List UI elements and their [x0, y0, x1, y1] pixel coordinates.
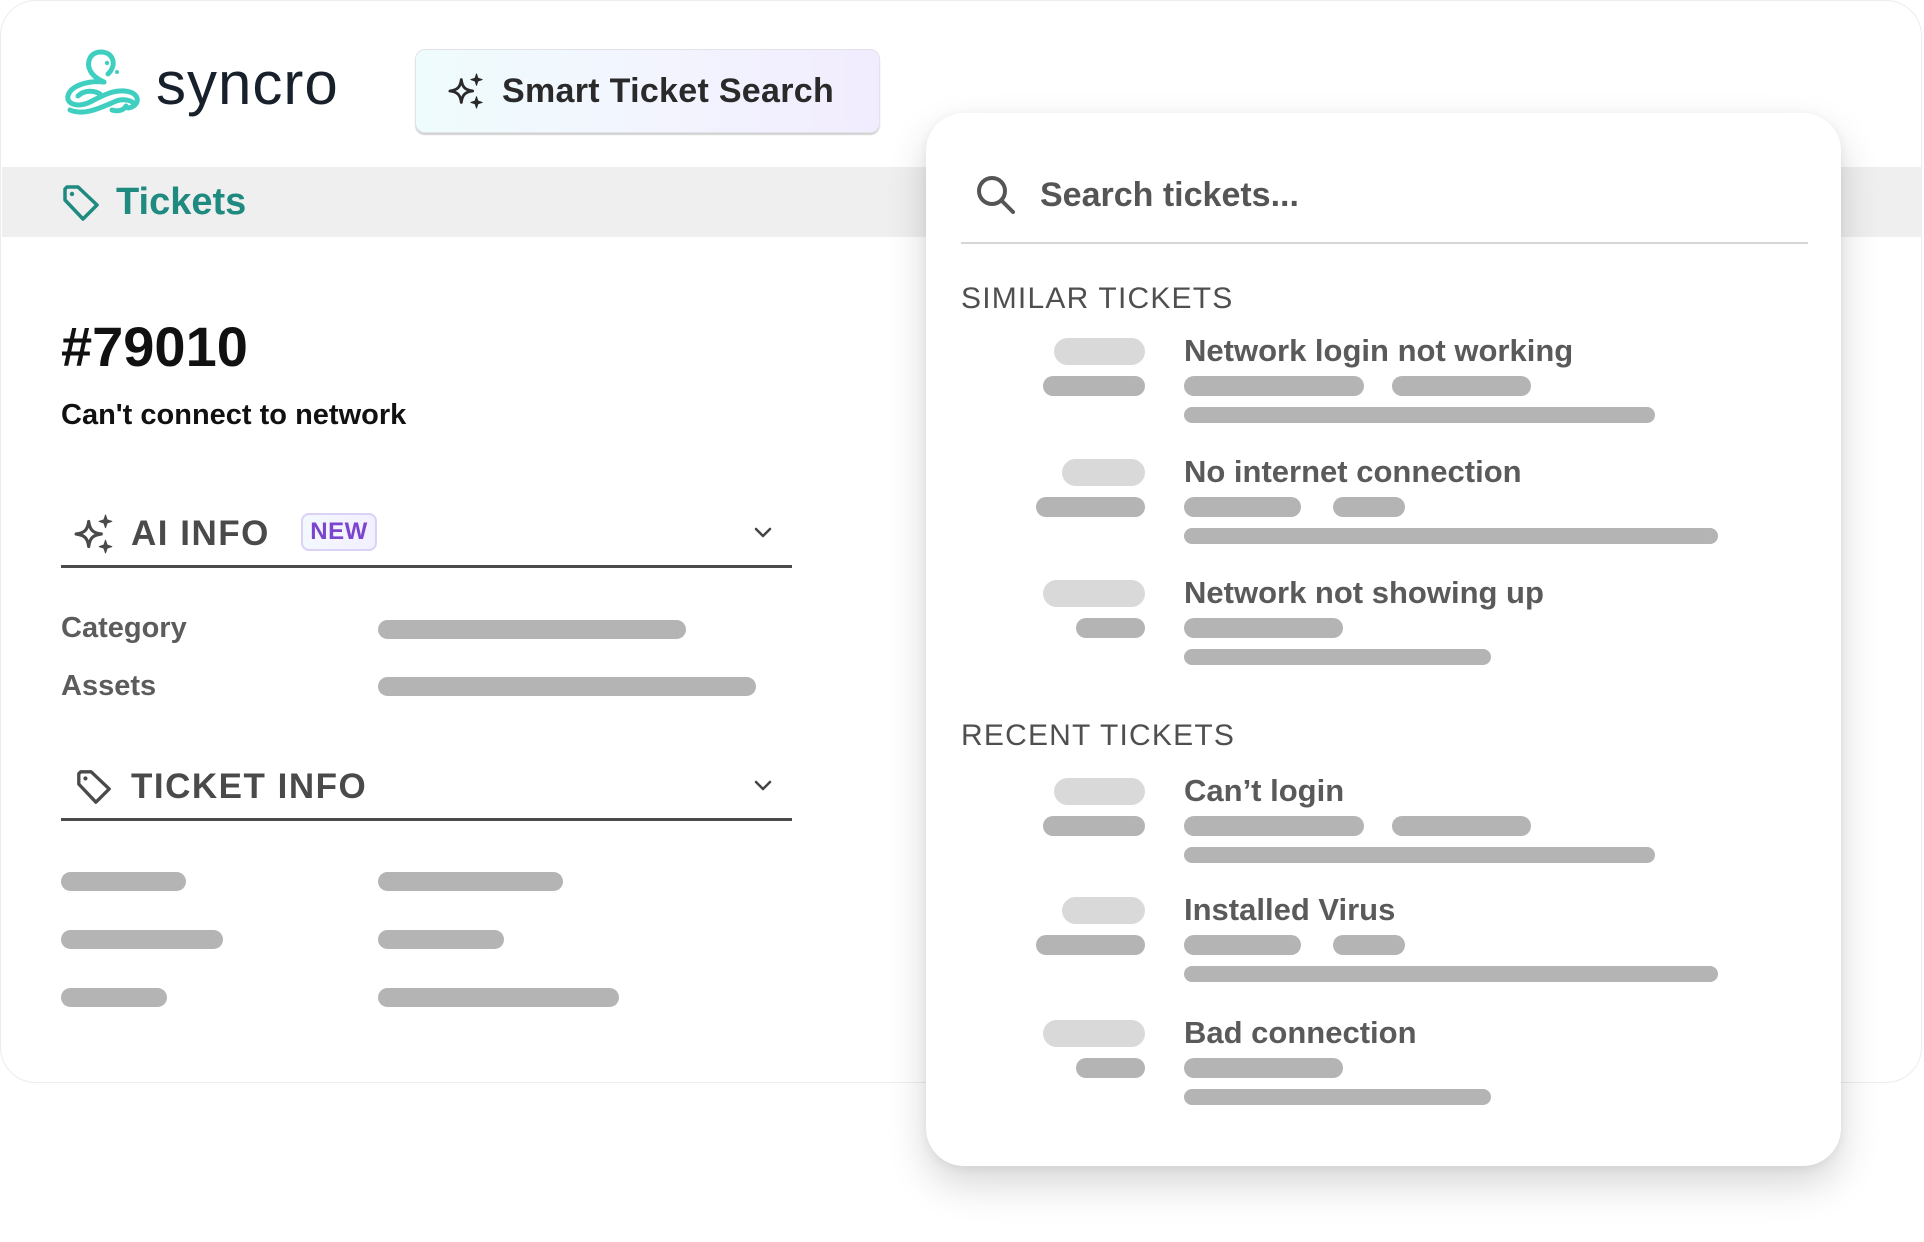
similar-ticket-item[interactable]: Network not showing up [1184, 574, 1544, 612]
recent-ticket-item[interactable]: Installed Virus [1184, 891, 1395, 929]
smart-search-panel [926, 113, 1841, 1166]
ticket-meta-placeholder [1036, 497, 1145, 517]
smart-ticket-search-label: Smart Ticket Search [502, 71, 835, 110]
ticket-desc-placeholder [1184, 528, 1718, 544]
search-divider [961, 242, 1808, 244]
ticket-meta-placeholder [1184, 376, 1364, 396]
similar-ticket-item[interactable]: Network login not working [1184, 332, 1573, 370]
ticket-meta-placeholder [1184, 618, 1343, 638]
ticket-status-placeholder [1054, 338, 1145, 365]
ticket-status-placeholder [1062, 459, 1145, 486]
category-label: Category [61, 612, 187, 644]
sparkle-icon [448, 73, 483, 109]
tickets-nav-link[interactable]: Tickets [116, 179, 246, 225]
assets-value-placeholder [378, 677, 756, 696]
ticket-meta-placeholder [1392, 816, 1531, 836]
ticket-desc-placeholder [1184, 1089, 1491, 1105]
ticket-meta-placeholder [1333, 497, 1405, 517]
octopus-logo-icon [65, 49, 140, 115]
ticket-info-label-placeholder [61, 930, 223, 949]
ticket-meta-placeholder [1392, 376, 1531, 396]
ticket-meta-placeholder [1184, 1058, 1343, 1078]
search-input[interactable] [1040, 172, 1740, 218]
ticket-meta-placeholder [1333, 935, 1405, 955]
ticket-meta-placeholder [1043, 816, 1145, 836]
search-icon [977, 176, 1015, 214]
ticket-info-value-placeholder [378, 930, 504, 949]
ticket-meta-placeholder [1184, 497, 1301, 517]
ticket-meta-placeholder [1076, 618, 1145, 638]
smart-ticket-search-button[interactable]: Smart Ticket Search [415, 49, 880, 133]
tag-icon [77, 770, 111, 804]
ticket-meta-placeholder [1043, 376, 1145, 396]
recent-ticket-item[interactable]: Can’t login [1184, 772, 1344, 810]
ticket-status-placeholder [1043, 580, 1145, 607]
new-badge: NEW [301, 513, 377, 551]
ticket-desc-placeholder [1184, 407, 1655, 423]
ticket-meta-placeholder [1184, 935, 1301, 955]
ticket-info-label-placeholder [61, 988, 167, 1007]
ticket-number: #79010 [61, 315, 248, 378]
ticket-status-placeholder [1054, 778, 1145, 805]
brand-name: syncro [156, 50, 339, 117]
ai-info-section-header[interactable]: AI INFO NEW [61, 505, 792, 568]
ticket-meta-placeholder [1076, 1058, 1145, 1078]
ticket-desc-placeholder [1184, 649, 1491, 665]
recent-tickets-heading: RECENT TICKETS [961, 719, 1236, 752]
sparkle-icon [74, 514, 113, 554]
assets-label: Assets [61, 670, 157, 702]
ticket-status-placeholder [1062, 897, 1145, 924]
tag-icon [63, 185, 99, 221]
ai-info-title: AI INFO [131, 514, 270, 553]
similar-ticket-item[interactable]: No internet connection [1184, 453, 1522, 491]
ticket-status-placeholder [1043, 1020, 1145, 1047]
ticket-subject: Can't connect to network [61, 399, 407, 431]
ticket-info-title: TICKET INFO [131, 767, 368, 806]
ticket-desc-placeholder [1184, 966, 1718, 982]
ticket-meta-placeholder [1184, 816, 1364, 836]
recent-ticket-item[interactable]: Bad connection [1184, 1014, 1417, 1052]
similar-tickets-heading: SIMILAR TICKETS [961, 282, 1234, 315]
ticket-info-value-placeholder [378, 988, 619, 1007]
ticket-desc-placeholder [1184, 847, 1655, 863]
ticket-info-label-placeholder [61, 872, 186, 891]
chevron-down-icon[interactable] [754, 527, 772, 539]
chevron-down-icon[interactable] [754, 780, 772, 792]
ticket-info-value-placeholder [378, 872, 563, 891]
ticket-meta-placeholder [1036, 935, 1145, 955]
category-value-placeholder [378, 620, 686, 639]
ticket-info-section-header[interactable]: TICKET INFO [61, 758, 792, 821]
